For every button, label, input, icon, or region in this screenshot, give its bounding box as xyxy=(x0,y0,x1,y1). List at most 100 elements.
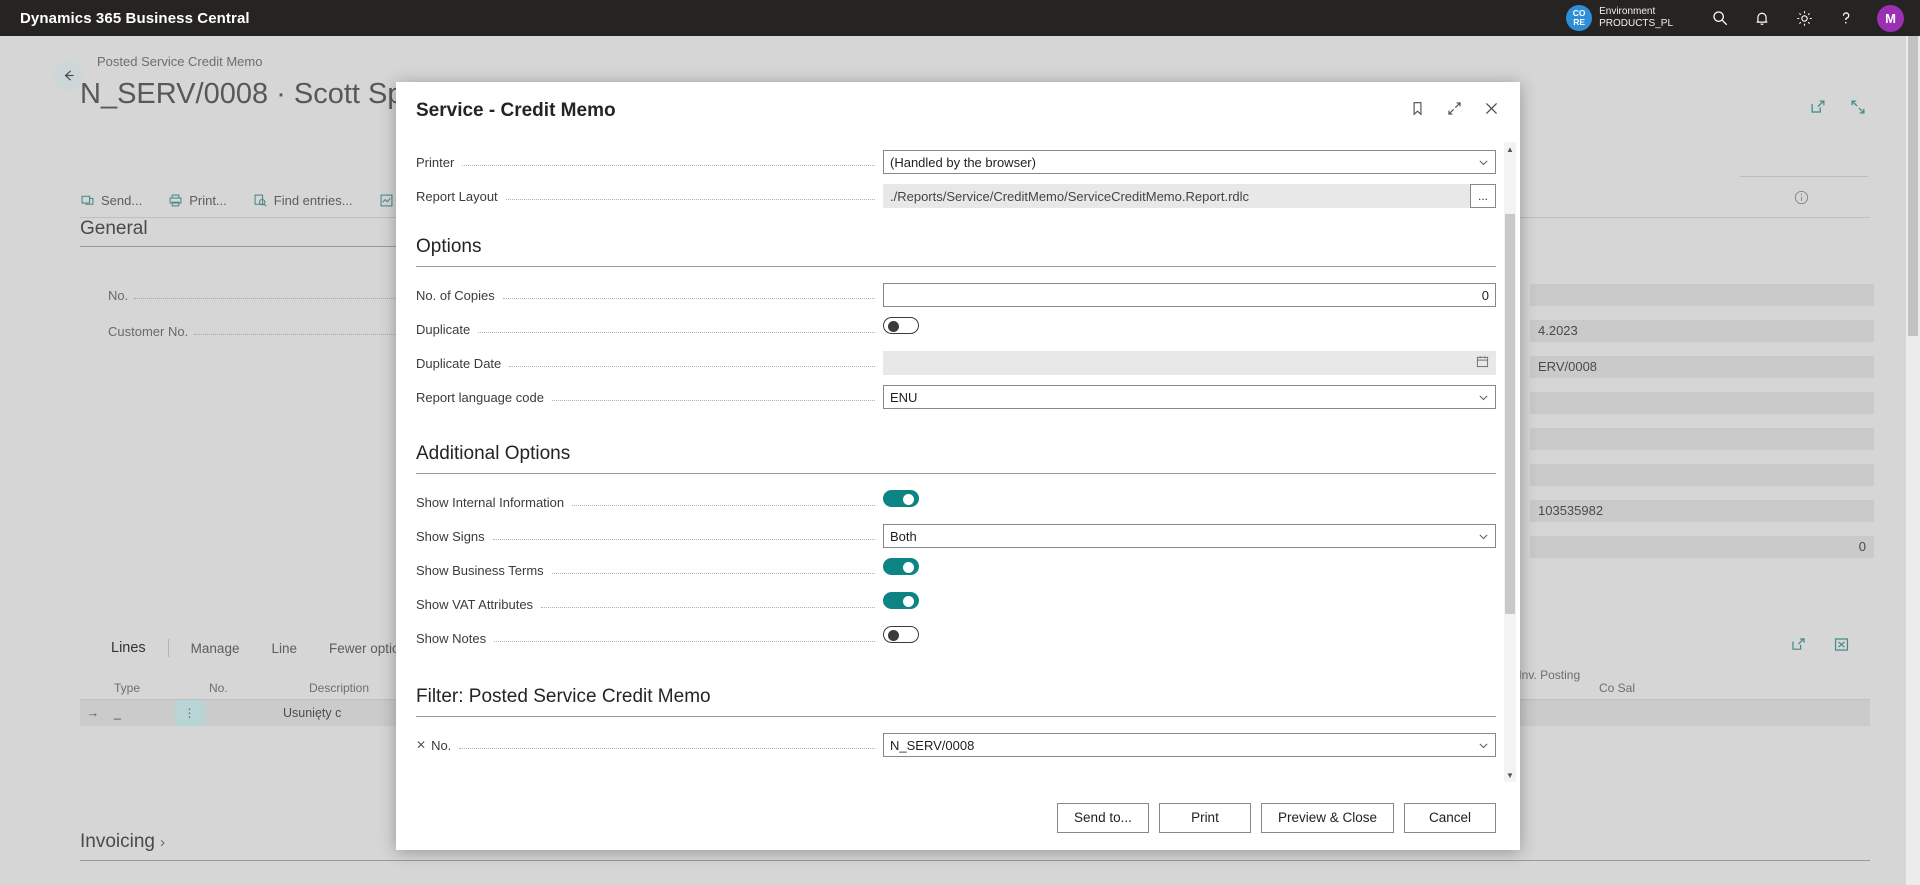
back-button[interactable] xyxy=(53,60,83,90)
show-notes-row: Show Notes xyxy=(416,624,1496,652)
right-field-6[interactable]: 103535982 xyxy=(1530,500,1874,522)
notifications-bell-icon[interactable] xyxy=(1741,0,1783,36)
tab-line[interactable]: Line xyxy=(255,637,313,660)
show-business-terms-label: Show Business Terms xyxy=(416,562,544,578)
report-language-code-label: Report language code xyxy=(416,389,544,405)
printer-field[interactable] xyxy=(883,150,1496,174)
no-of-copies-label: No. of Copies xyxy=(416,287,495,303)
row-indicator-arrow: → xyxy=(86,706,100,720)
show-internal-information-toggle[interactable] xyxy=(883,490,919,507)
show-internal-information-label: Show Internal Information xyxy=(416,494,565,510)
cancel-button[interactable]: Cancel xyxy=(1404,802,1496,833)
no-of-copies-input[interactable] xyxy=(883,283,1496,307)
right-field-3[interactable] xyxy=(1530,392,1874,414)
leader-dots xyxy=(462,154,875,166)
page-scrollbar[interactable] xyxy=(1906,36,1920,885)
environment-badge-line2: RE xyxy=(1573,17,1585,27)
printer-select[interactable] xyxy=(883,150,1496,174)
settings-gear-icon[interactable] xyxy=(1783,0,1825,36)
right-field-2[interactable]: ERV/0008 xyxy=(1530,356,1874,378)
leader-dots xyxy=(459,737,875,749)
tab-lines[interactable]: Lines xyxy=(95,636,162,660)
print-button[interactable]: Print xyxy=(1158,802,1251,833)
dialog-title: Service - Credit Memo xyxy=(416,100,616,121)
environment-info: Environment PRODUCTS_PL xyxy=(1599,6,1673,30)
right-field-4[interactable] xyxy=(1530,428,1874,450)
tab-manage[interactable]: Manage xyxy=(175,637,256,660)
remove-filter-icon[interactable]: ✕ xyxy=(416,738,426,752)
dialog-footer: Send to... Print Preview & Close Cancel xyxy=(396,785,1520,850)
right-field-5[interactable] xyxy=(1530,464,1874,486)
scroll-up-icon[interactable]: ▲ xyxy=(1504,142,1516,156)
leader-dots xyxy=(478,321,875,333)
leader-dots xyxy=(541,596,875,608)
leader-dots xyxy=(551,562,875,574)
show-signs-select[interactable] xyxy=(883,524,1496,548)
filter-no-row: ✕ No. xyxy=(416,731,1496,759)
report-layout-assist-button[interactable]: ... xyxy=(1470,184,1496,208)
row-menu-icon[interactable]: ⋮ xyxy=(175,700,205,726)
dialog-body-content: Printer Report Layout ... xyxy=(396,148,1520,759)
bookmark-icon[interactable] xyxy=(1409,100,1426,122)
tab-divider xyxy=(167,639,169,657)
duplicate-date-row: Duplicate Date xyxy=(416,349,1496,377)
no-of-copies-field[interactable] xyxy=(883,283,1496,307)
scroll-down-icon[interactable]: ▼ xyxy=(1504,768,1516,782)
column-no[interactable]: No. xyxy=(201,682,301,699)
report-language-code-field[interactable] xyxy=(883,385,1496,409)
calendar-icon[interactable] xyxy=(1476,355,1489,373)
dialog-scrollbar[interactable]: ▲ ▼ xyxy=(1504,142,1516,782)
breadcrumb[interactable]: Posted Service Credit Memo xyxy=(97,54,262,69)
report-language-code-select[interactable] xyxy=(883,385,1496,409)
duplicate-toggle[interactable] xyxy=(883,317,919,334)
show-business-terms-toggle[interactable] xyxy=(883,558,919,575)
column-corr-sal[interactable]: Co Sal xyxy=(1591,682,1701,699)
preview-and-close-button[interactable]: Preview & Close xyxy=(1260,802,1394,833)
page-scrollbar-thumb[interactable] xyxy=(1908,36,1918,336)
app-title: Dynamics 365 Business Central xyxy=(20,9,250,27)
show-notes-toggle[interactable] xyxy=(883,626,919,643)
environment-label: Environment xyxy=(1599,6,1656,17)
show-internal-information-field xyxy=(883,490,1496,514)
app-header-right: CO RE Environment PRODUCTS_PL M xyxy=(1566,0,1920,36)
duplicate-date-field[interactable] xyxy=(883,351,1496,375)
environment-name: PRODUCTS_PL xyxy=(1599,18,1673,29)
action-send[interactable]: Send... xyxy=(80,193,142,208)
duplicate-field xyxy=(883,317,1496,341)
dialog-scrollbar-thumb[interactable] xyxy=(1505,214,1515,614)
report-layout-input[interactable] xyxy=(883,184,1496,208)
action-print[interactable]: Print... xyxy=(168,193,227,208)
duplicate-date-input[interactable] xyxy=(883,351,1496,375)
additional-options-heading: Additional Options xyxy=(416,443,1496,474)
send-to-button[interactable]: Send to... xyxy=(1056,802,1149,833)
collapse-page-icon[interactable] xyxy=(1849,98,1867,121)
open-in-new-window-icon[interactable] xyxy=(1809,98,1827,121)
collapse-dialog-icon[interactable] xyxy=(1446,100,1463,122)
filter-no-field[interactable] xyxy=(883,733,1496,757)
report-layout-field[interactable]: ... xyxy=(883,184,1496,208)
open-in-new-window-icon[interactable] xyxy=(1790,636,1807,658)
user-avatar[interactable]: M xyxy=(1877,4,1904,32)
show-vat-attributes-label: Show VAT Attributes xyxy=(416,596,534,612)
open-in-excel-icon[interactable] xyxy=(1833,636,1850,658)
filter-heading: Filter: Posted Service Credit Memo xyxy=(416,686,1496,717)
show-business-terms-field xyxy=(883,558,1496,582)
column-type[interactable]: Type xyxy=(106,682,201,699)
show-vat-attributes-toggle[interactable] xyxy=(883,592,919,609)
right-field-0[interactable] xyxy=(1530,284,1874,306)
info-icon[interactable] xyxy=(1793,189,1810,211)
show-signs-field[interactable] xyxy=(883,524,1496,548)
right-field-1-value: 4.2023 xyxy=(1530,320,1874,342)
action-find-entries[interactable]: Find entries... xyxy=(253,193,353,208)
action-extra[interactable] xyxy=(379,193,394,208)
filter-no-input[interactable] xyxy=(883,733,1496,757)
help-icon[interactable] xyxy=(1825,0,1867,36)
right-field-1[interactable]: 4.2023 xyxy=(1530,320,1874,342)
dialog-body: Printer Report Layout ... xyxy=(396,140,1520,785)
search-icon[interactable] xyxy=(1699,0,1741,36)
leader-dots xyxy=(572,494,875,506)
field-no-label: No. xyxy=(108,287,129,303)
right-field-7[interactable]: 0 xyxy=(1530,536,1874,558)
close-icon[interactable] xyxy=(1483,100,1500,122)
app-header: Dynamics 365 Business Central CO RE Envi… xyxy=(0,0,1920,36)
